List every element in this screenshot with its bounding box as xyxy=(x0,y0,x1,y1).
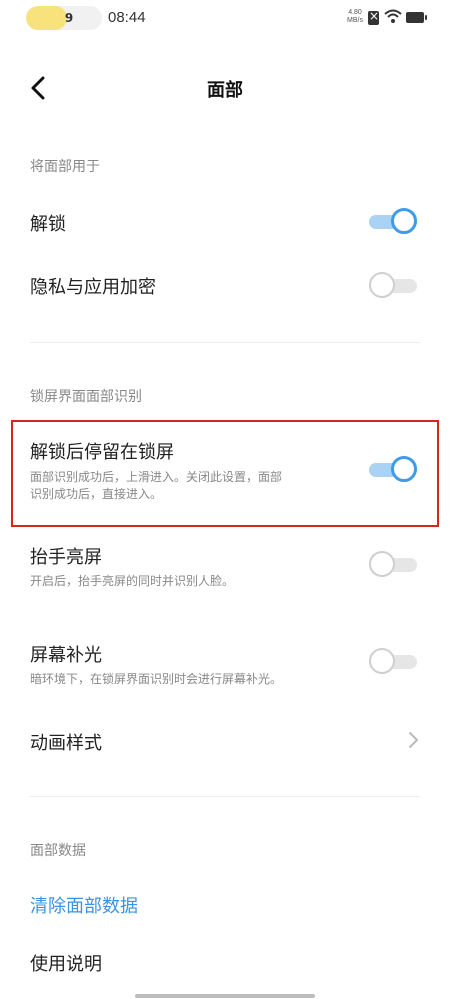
stay-on-lock-desc: 面部识别成功后，上滑进入。关闭此设置，面部 识别成功后，直接进入。 xyxy=(30,469,282,503)
network-speed-value: 4.80 xyxy=(348,9,362,16)
screen-fill-light-desc: 暗环境下，在锁屏界面识别时会进行屏幕补光。 xyxy=(30,672,283,686)
stay-on-lock-desc-line2: 识别成功后，直接进入。 xyxy=(30,487,163,501)
unlock-toggle[interactable] xyxy=(369,208,419,234)
privacy-encryption-label[interactable]: 隐私与应用加密 xyxy=(30,273,156,299)
battery-level-pill: 9 xyxy=(26,6,102,30)
page-title: 面部 xyxy=(207,80,243,101)
instructions-item[interactable]: 使用说明 xyxy=(30,950,102,976)
chevron-right-icon[interactable] xyxy=(406,730,420,750)
section-divider xyxy=(30,342,420,343)
toggle-thumb xyxy=(391,208,417,234)
animation-style-item[interactable]: 动画样式 xyxy=(30,729,102,755)
raise-to-wake-desc: 开启后，抬手亮屏的同时并识别人脸。 xyxy=(30,574,235,588)
toggle-thumb xyxy=(391,456,417,482)
stay-on-lock-toggle[interactable] xyxy=(369,456,419,482)
section-label-face-data: 面部数据 xyxy=(30,843,86,859)
privacy-encryption-toggle[interactable] xyxy=(369,272,419,298)
battery-level-text: 9 xyxy=(64,11,74,25)
section-divider xyxy=(30,796,420,797)
battery-icon xyxy=(406,12,427,23)
raise-to-wake-toggle[interactable] xyxy=(369,551,419,577)
status-time: 08:44 xyxy=(108,9,146,26)
unlock-label[interactable]: 解锁 xyxy=(30,210,66,236)
toggle-thumb xyxy=(369,551,395,577)
stay-on-lock-desc-line1: 面部识别成功后，上滑进入。关闭此设置，面部 xyxy=(30,470,283,484)
status-bar: 9 08:44 4.80 MB/s xyxy=(0,0,450,36)
raise-to-wake-label[interactable]: 抬手亮屏 xyxy=(30,543,102,569)
section-label-lockscreen: 锁屏界面面部识别 xyxy=(30,389,142,405)
stay-on-lock-label[interactable]: 解锁后停留在锁屏 xyxy=(30,438,174,464)
screen-fill-light-toggle[interactable] xyxy=(369,648,419,674)
screen-fill-light-label[interactable]: 屏幕补光 xyxy=(30,641,102,667)
toggle-thumb xyxy=(369,272,395,298)
home-indicator[interactable] xyxy=(135,994,315,998)
network-speed-unit: MB/s xyxy=(347,17,363,24)
wifi-icon xyxy=(384,9,402,23)
toggle-thumb xyxy=(369,648,395,674)
network-speed: 4.80 MB/s xyxy=(342,9,368,25)
sim-missing-icon xyxy=(368,9,379,25)
clear-face-data-link[interactable]: 清除面部数据 xyxy=(30,892,138,918)
section-label-use-face-for: 将面部用于 xyxy=(30,159,100,175)
